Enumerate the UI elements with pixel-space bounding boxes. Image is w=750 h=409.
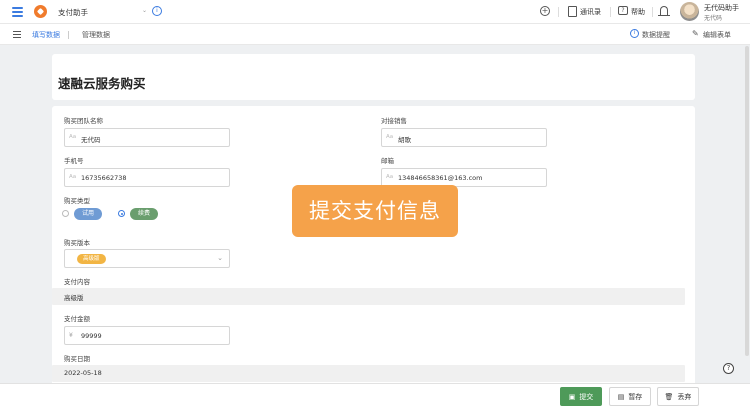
text-field-icon: Aa bbox=[69, 174, 77, 180]
divider bbox=[558, 7, 559, 17]
help-icon[interactable]: ? bbox=[723, 363, 734, 374]
divider bbox=[652, 7, 653, 17]
email-value: 134846658361@163.com bbox=[398, 174, 483, 182]
submit-button[interactable]: ▣ 提交 bbox=[560, 387, 602, 406]
save-draft-label: 暂存 bbox=[628, 392, 643, 401]
email-label: 邮箱 bbox=[381, 157, 394, 165]
info-icon[interactable]: i bbox=[152, 6, 162, 16]
discard-button[interactable]: 🗑 丢弃 bbox=[657, 387, 699, 406]
page-title: 速融云服务购买 bbox=[58, 76, 146, 91]
title-card: 速融云服务购买 bbox=[52, 54, 695, 100]
option-trial[interactable]: 试用 bbox=[74, 208, 102, 220]
contacts-link[interactable]: 通讯录 bbox=[580, 7, 601, 17]
amount-value: 99999 bbox=[81, 332, 102, 340]
help-link[interactable]: 帮助 bbox=[631, 7, 645, 17]
team-name-value: 无代码 bbox=[81, 136, 101, 144]
version-tag: 高级版 bbox=[77, 254, 106, 264]
chevron-down-icon[interactable]: ⌄ bbox=[217, 254, 223, 262]
sales-input[interactable]: Aa 胡歌 bbox=[381, 128, 547, 147]
date-field: 2022-05-18 bbox=[52, 365, 685, 382]
save-draft-button[interactable]: ▤ 暂存 bbox=[609, 387, 651, 406]
avatar[interactable] bbox=[680, 2, 699, 21]
pay-content-field: 高级版 bbox=[52, 288, 685, 305]
radio-trial[interactable] bbox=[62, 210, 69, 217]
form-card: 购买团队名称 Aa 无代码 对接销售 Aa 胡歌 手机号 Aa 16735662… bbox=[52, 106, 695, 396]
sub-nav: 填写数据 管理数据 i 数据提醒 ✎ 编辑表单 bbox=[0, 24, 750, 45]
edit-form-link[interactable]: 编辑表单 bbox=[703, 30, 731, 40]
version-label: 购买版本 bbox=[64, 239, 90, 247]
app-name[interactable]: 支付助手 bbox=[58, 7, 88, 18]
data-reminder-link[interactable]: 数据提醒 bbox=[642, 30, 670, 40]
pay-content-value: 高级版 bbox=[64, 294, 84, 302]
sales-value: 胡歌 bbox=[398, 136, 411, 144]
team-name-input[interactable]: Aa 无代码 bbox=[64, 128, 230, 147]
bell-icon[interactable] bbox=[658, 6, 670, 16]
list-icon[interactable] bbox=[13, 31, 21, 38]
amount-input[interactable]: ¥ 99999 bbox=[64, 326, 230, 345]
scrollbar[interactable] bbox=[745, 46, 749, 356]
divider bbox=[610, 7, 611, 17]
tab-manage-data[interactable]: 管理数据 bbox=[82, 30, 110, 40]
currency-icon: ¥ bbox=[69, 332, 73, 339]
tab-fill-data[interactable]: 填写数据 bbox=[32, 30, 60, 40]
option-renewal[interactable]: 续费 bbox=[130, 208, 158, 220]
draft-icon: ▤ bbox=[617, 392, 625, 401]
menu-icon[interactable] bbox=[12, 7, 23, 17]
user-org: 无代码 bbox=[704, 15, 723, 22]
date-label: 购买日期 bbox=[64, 355, 90, 363]
add-icon[interactable]: + bbox=[540, 6, 550, 16]
discard-label: 丢弃 bbox=[677, 392, 692, 401]
version-select[interactable]: 高级版 ⌄ bbox=[64, 249, 230, 268]
amount-label: 支付金额 bbox=[64, 315, 90, 323]
date-value: 2022-05-18 bbox=[64, 369, 102, 377]
top-bar: 支付助手 ⌄ i + 通讯录 ? 帮助 无代码助手 无代码 bbox=[0, 0, 750, 24]
user-name[interactable]: 无代码助手 bbox=[704, 3, 739, 13]
text-field-icon: Aa bbox=[69, 134, 77, 140]
chevron-down-icon[interactable]: ⌄ bbox=[142, 7, 147, 14]
phone-value: 16735662738 bbox=[81, 174, 127, 182]
app-logo-icon[interactable] bbox=[34, 5, 47, 18]
help-icon[interactable]: ? bbox=[618, 6, 628, 15]
team-name-label: 购买团队名称 bbox=[64, 117, 103, 125]
contacts-icon[interactable] bbox=[568, 6, 577, 17]
edit-icon[interactable]: ✎ bbox=[692, 29, 699, 38]
phone-label: 手机号 bbox=[64, 157, 84, 165]
pay-content-label: 支付内容 bbox=[64, 278, 90, 286]
trash-icon: 🗑 bbox=[664, 392, 674, 401]
action-bar: ▣ 提交 ▤ 暂存 🗑 丢弃 bbox=[0, 383, 750, 409]
submit-info-overlay: 提交支付信息 bbox=[292, 185, 458, 237]
text-field-icon: Aa bbox=[386, 174, 394, 180]
reminder-icon[interactable]: i bbox=[630, 29, 639, 38]
save-icon: ▣ bbox=[568, 392, 576, 401]
radio-renewal[interactable] bbox=[118, 210, 125, 217]
purchase-type-label: 购买类型 bbox=[64, 197, 90, 205]
sales-label: 对接销售 bbox=[381, 117, 407, 125]
submit-label: 提交 bbox=[579, 392, 594, 401]
phone-input[interactable]: Aa 16735662738 bbox=[64, 168, 230, 187]
divider bbox=[68, 31, 69, 39]
text-field-icon: Aa bbox=[386, 134, 394, 140]
